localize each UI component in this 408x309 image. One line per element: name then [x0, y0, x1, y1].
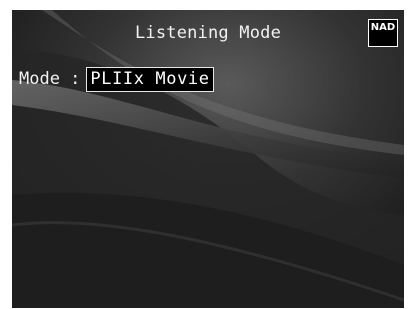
mode-label: Mode :	[19, 69, 81, 89]
screen-title: Listening Mode	[134, 23, 282, 43]
nad-logo: NAD	[368, 19, 398, 47]
mode-row: Mode : PLIIx Movie	[19, 66, 214, 92]
mode-value-selector[interactable]: PLIIx Movie	[86, 66, 214, 92]
background-swoosh	[12, 10, 404, 308]
osd-screen: Listening Mode NAD Mode : PLIIx Movie	[12, 10, 404, 308]
